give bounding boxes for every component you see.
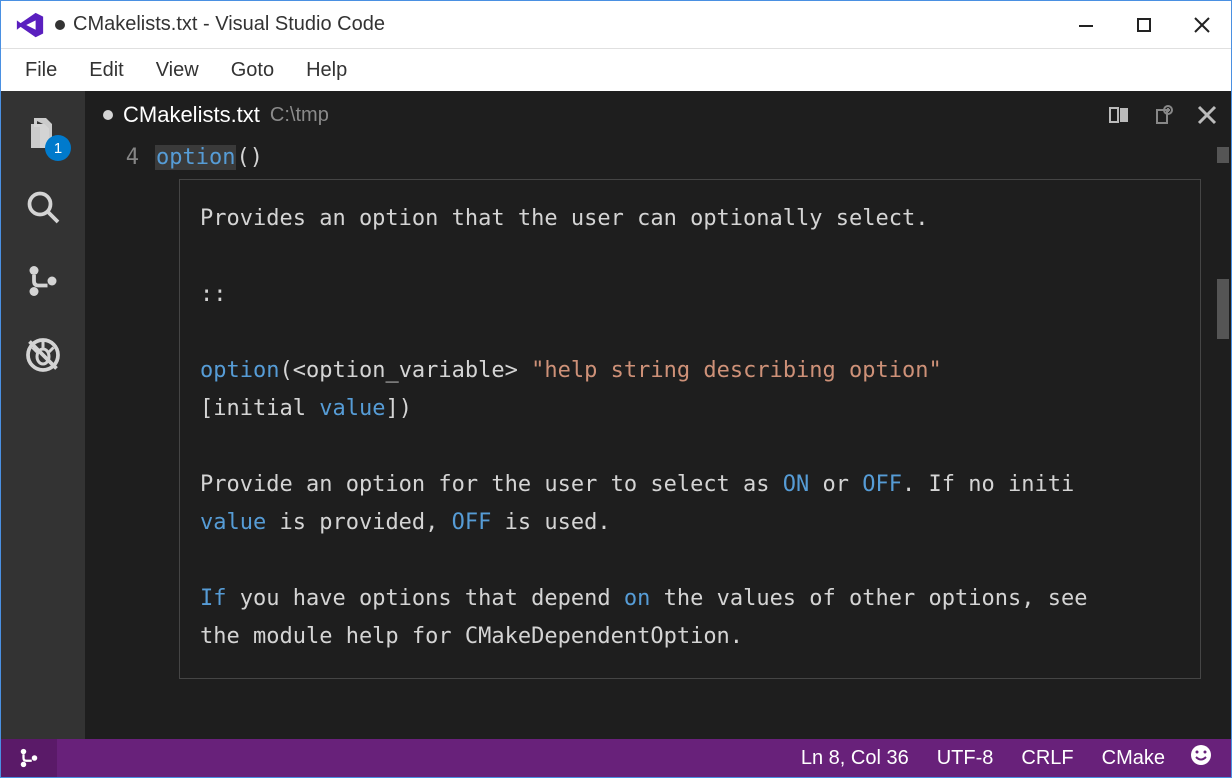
activitybar-scm[interactable] xyxy=(21,259,65,303)
statusbar: Ln 8, Col 36 UTF-8 CRLF CMake xyxy=(1,739,1231,777)
tooltip-line: Provide an option for the user to select… xyxy=(200,466,1180,504)
menubar: File Edit View Goto Help xyxy=(1,49,1231,91)
tooltip-signature: option(<option_variable> "help string de… xyxy=(200,352,1180,390)
menu-edit[interactable]: Edit xyxy=(73,53,139,88)
minimap[interactable] xyxy=(1205,139,1231,739)
close-editor-button[interactable] xyxy=(1187,95,1227,135)
statusbar-position[interactable]: Ln 8, Col 36 xyxy=(787,747,923,770)
editor-body[interactable]: 4 option() Provides an option that the u… xyxy=(85,139,1231,739)
tooltip-line: value is provided, OFF is used. xyxy=(200,504,1180,542)
close-button[interactable] xyxy=(1173,1,1231,49)
workspace: 1 CMakelists.txt C:\tmp xyxy=(1,91,1231,739)
menu-goto[interactable]: Goto xyxy=(215,53,290,88)
menu-file[interactable]: File xyxy=(9,53,73,88)
vscode-logo-icon xyxy=(15,10,45,40)
tab-dirty-icon xyxy=(103,110,113,120)
statusbar-scm-button[interactable] xyxy=(1,739,57,777)
code-content[interactable]: option() Provides an option that the use… xyxy=(155,139,1231,739)
tooltip-line: the module help for CMakeDependentOption… xyxy=(200,618,1180,656)
activitybar-search[interactable] xyxy=(21,185,65,229)
window-title: CMakelists.txt - Visual Studio Code xyxy=(73,13,385,36)
editor-area: CMakelists.txt C:\tmp 4 option() Provide… xyxy=(85,91,1231,739)
tab-row: CMakelists.txt C:\tmp xyxy=(85,91,1231,139)
dirty-indicator-icon xyxy=(55,20,65,30)
activitybar: 1 xyxy=(1,91,85,739)
activitybar-debug[interactable] xyxy=(21,333,65,377)
maximize-button[interactable] xyxy=(1115,1,1173,49)
tab-name[interactable]: CMakelists.txt xyxy=(123,102,260,128)
tooltip-line: :: xyxy=(200,276,1180,314)
code-line[interactable]: option() xyxy=(155,145,1231,170)
gutter: 4 xyxy=(85,139,155,739)
statusbar-encoding[interactable]: UTF-8 xyxy=(923,747,1008,770)
menu-view[interactable]: View xyxy=(140,53,215,88)
open-changes-button[interactable] xyxy=(1143,95,1183,135)
line-number: 4 xyxy=(85,145,139,170)
tooltip-signature: [initial value]) xyxy=(200,390,1180,428)
activitybar-explorer[interactable]: 1 xyxy=(21,111,65,155)
tab-path: C:\tmp xyxy=(270,104,329,127)
statusbar-eol[interactable]: CRLF xyxy=(1007,747,1087,770)
tooltip-line: If you have options that depend on the v… xyxy=(200,580,1180,618)
tooltip-line: Provides an option that the user can opt… xyxy=(200,200,1180,238)
statusbar-language[interactable]: CMake xyxy=(1088,747,1179,770)
explorer-badge: 1 xyxy=(45,135,71,161)
code-parens: () xyxy=(236,145,263,170)
minimize-button[interactable] xyxy=(1057,1,1115,49)
hover-tooltip: Provides an option that the user can opt… xyxy=(179,179,1201,679)
minimap-marker xyxy=(1217,279,1229,339)
statusbar-feedback-button[interactable] xyxy=(1179,743,1231,773)
titlebar: CMakelists.txt - Visual Studio Code xyxy=(1,1,1231,49)
code-function: option xyxy=(155,145,236,170)
minimap-marker xyxy=(1217,147,1229,163)
menu-help[interactable]: Help xyxy=(290,53,363,88)
split-editor-button[interactable] xyxy=(1099,95,1139,135)
